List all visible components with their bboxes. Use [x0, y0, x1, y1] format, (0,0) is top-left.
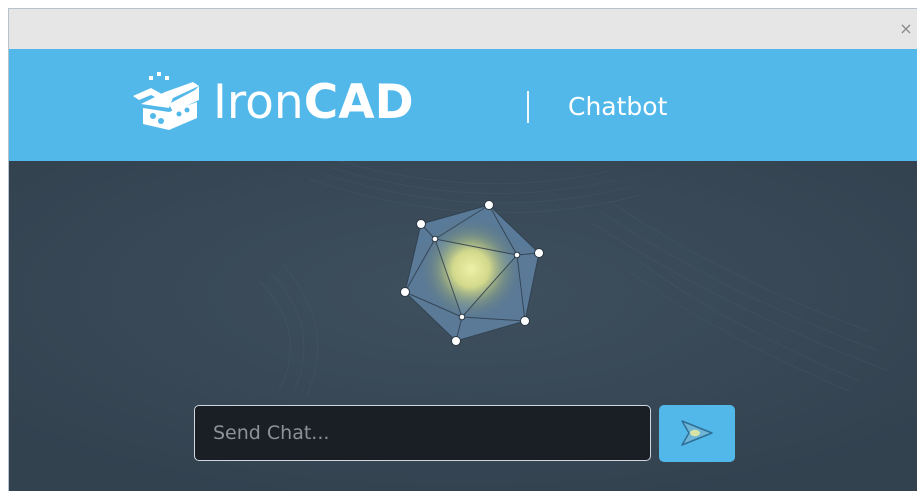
chatbot-window: × IronCAD Chatbot — [8, 8, 917, 491]
send-button[interactable] — [659, 405, 735, 462]
header-banner: IronCAD Chatbot — [9, 49, 917, 161]
logo-text-iron: Iron — [213, 75, 304, 130]
close-icon[interactable]: × — [897, 19, 915, 39]
banner-divider — [527, 91, 529, 123]
chatbot-orb-icon — [400, 200, 544, 346]
logo-text-cad: CAD — [303, 75, 414, 130]
send-chat-input[interactable] — [194, 405, 651, 461]
chat-area — [9, 161, 917, 491]
window-titlebar: × — [9, 9, 917, 49]
banner-subtitle: Chatbot — [568, 92, 668, 121]
send-arrow-icon — [681, 420, 713, 446]
logo-text: IronCAD — [213, 73, 414, 133]
ironcad-logo-icon — [133, 72, 199, 130]
